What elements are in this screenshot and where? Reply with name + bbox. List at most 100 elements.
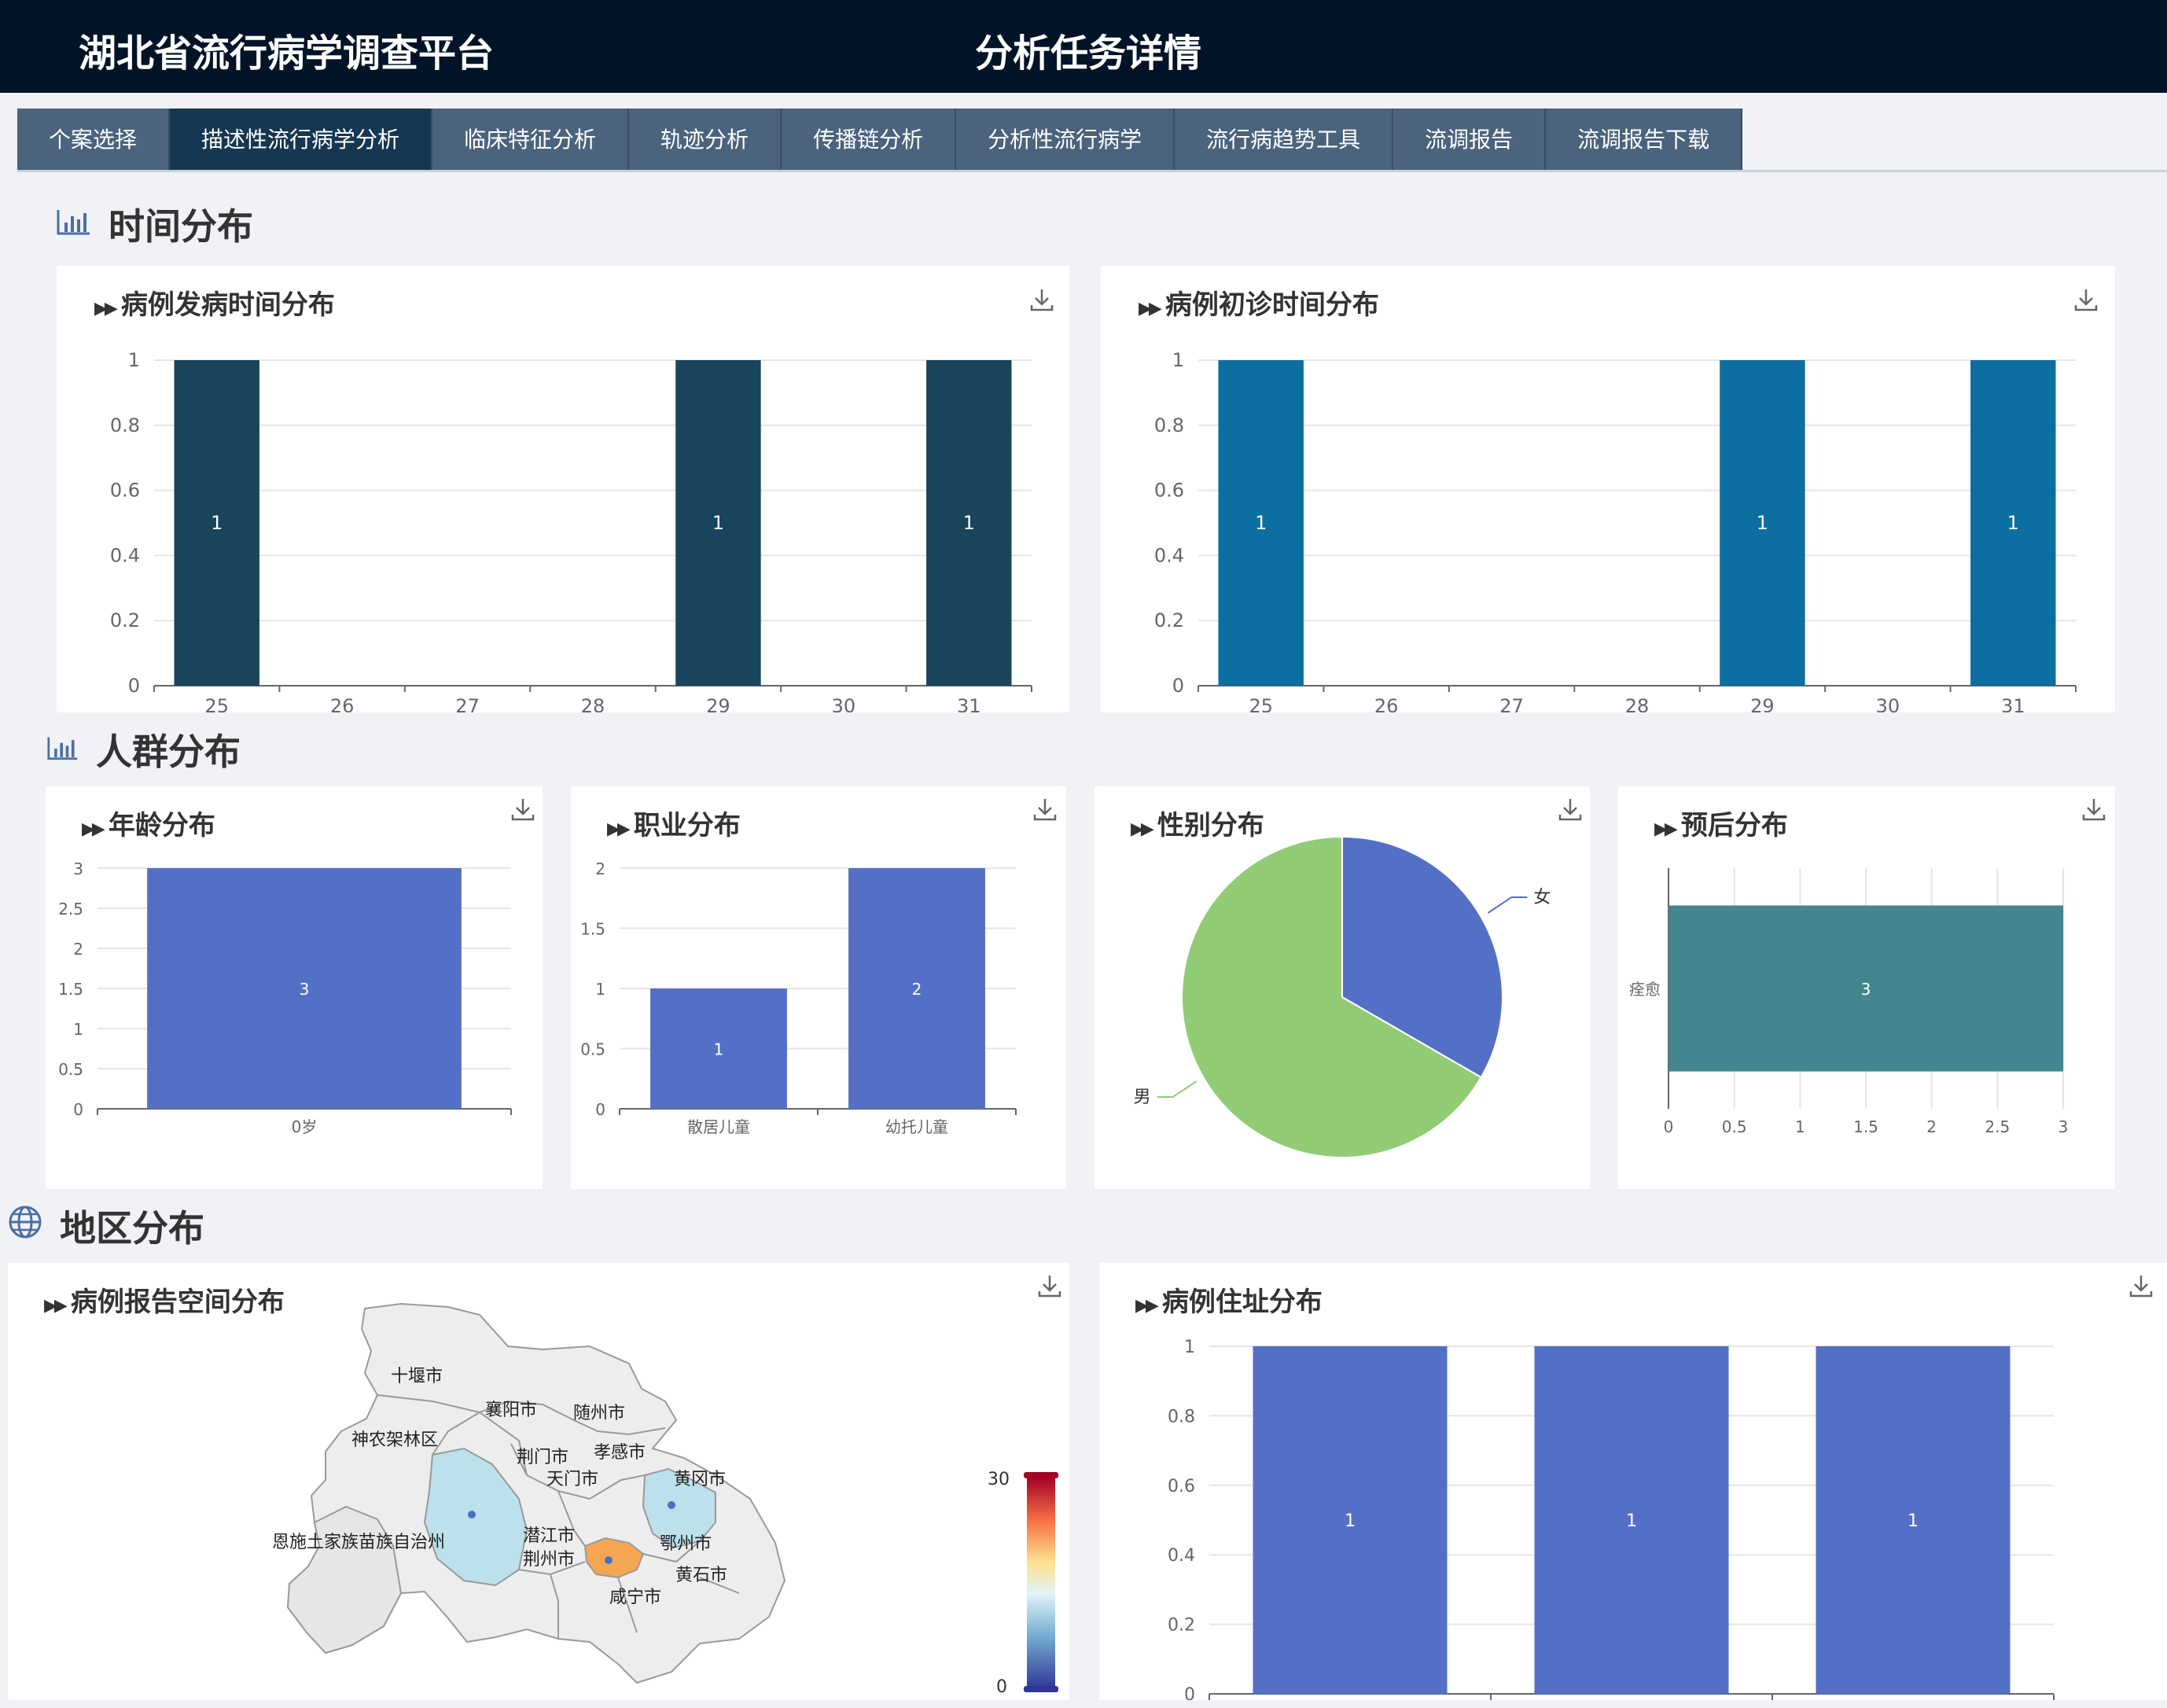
y-tick-label: 2 [73, 940, 83, 959]
visual-map-handle-bottom [1024, 1686, 1058, 1692]
bar-value-label: 1 [712, 512, 724, 534]
globe-icon [8, 1205, 42, 1248]
pie-label-line [1487, 896, 1528, 914]
tab-8[interactable]: 流调报告下载 [1546, 109, 1743, 171]
section-title-time: 时间分布 [57, 198, 253, 250]
visual-map-min: 0 [996, 1677, 1007, 1697]
bar-value-label: 1 [211, 512, 223, 534]
map-city-label: 黄石市 [675, 1566, 727, 1585]
first-visit-time-card: ▶▶ 病例初诊时间分布 0 0.2 0.4 0.6 0.8 1 1 25 26 27 28 1 29 30 1… [1101, 266, 2115, 712]
map-point-center [605, 1556, 613, 1564]
map-city-label: 十堰市 [391, 1367, 443, 1386]
bar-value-label: 3 [1861, 980, 1871, 999]
y-tick-label: 0 [128, 675, 140, 697]
y-tick-label: 1 [128, 349, 140, 371]
analysis-tab-bar: 个案选择 描述性流行病学分析 临床特征分析 轨迹分析 传播链分析 分析性流行病学 流行病趋势… [17, 109, 1743, 171]
tab-5[interactable]: 分析性流行病学 [956, 109, 1175, 171]
tab-4[interactable]: 传播链分析 [782, 109, 957, 171]
x-tick-label: 散居儿童 [687, 1117, 750, 1136]
bar-value-label: 3 [300, 980, 310, 999]
y-tick-label: 0.2 [110, 609, 140, 631]
address-chart: 00.20.40.60.811樊城县中原街道建新路祈福苑11襄城县檀溪乡檀溪府邸… [1168, 1338, 2055, 1700]
tab-6[interactable]: 流行病趋势工具 [1175, 109, 1394, 171]
bar-value-label: 1 [1757, 512, 1768, 534]
y-tick-label: 2.5 [58, 900, 83, 918]
bar-value-label: 1 [963, 512, 975, 534]
gender-card: ▶▶ 性别分布 女男 [1095, 786, 1590, 1189]
x-tick-label: 2 [1926, 1117, 1937, 1136]
gender-chart: 女男 [1134, 835, 1551, 1158]
x-tick-label: 1 [1795, 1117, 1805, 1136]
prognosis-chart: 0 0.5 1 1.5 2 2.5 3 3 痊愈 [1629, 868, 2069, 1136]
map-point-east [668, 1501, 675, 1509]
map-city-label: 随州市 [573, 1404, 625, 1423]
section-title-region: 地区分布 [8, 1200, 204, 1252]
tab-1[interactable]: 描述性流行病学分析 [170, 109, 433, 171]
y-tick-label: 0.8 [110, 414, 140, 436]
y-tick-label: 1.5 [58, 980, 83, 999]
x-tick-label: 28 [1625, 695, 1650, 712]
x-tick-label: 0岁 [292, 1117, 318, 1136]
section-title-population: 人群分布 [47, 723, 241, 775]
y-tick-label: 0 [1184, 1685, 1195, 1700]
x-tick-label: 31 [957, 695, 981, 712]
onset-time-chart: 0 0.2 0.4 0.6 0.8 1 1 25 26 27 28 1 29 30 1 31 [110, 349, 1032, 712]
y-tick-label: 1 [1184, 1338, 1195, 1357]
x-tick-label: 26 [1374, 695, 1399, 712]
map-city-label: 荆州市 [523, 1550, 575, 1570]
y-tick-label: 0.8 [1154, 414, 1184, 436]
pie-label-line [1157, 1080, 1198, 1098]
x-tick-label: 1.5 [1853, 1117, 1878, 1136]
age-chart: 0 0.5 1 1.5 2 2.5 3 3 0岁 [58, 860, 512, 1136]
tab-7[interactable]: 流调报告 [1393, 109, 1547, 171]
x-tick-label: 27 [455, 695, 480, 712]
x-tick-label: 29 [1750, 695, 1775, 712]
map-city-label: 恩施土家族苗族自治州 [272, 1533, 445, 1552]
x-tick-label: 31 [2001, 695, 2025, 712]
map-city-label: 襄阳市 [485, 1401, 537, 1420]
x-tick-label: 2.5 [1985, 1117, 2010, 1136]
y-tick-label: 1.5 [580, 920, 605, 939]
map-city-label: 荆门市 [517, 1448, 568, 1467]
map-city-label: 鄂州市 [660, 1534, 712, 1554]
visual-map-handle-top [1024, 1472, 1058, 1478]
top-header: 湖北省流行病学调查平台 分析任务详情 [0, 0, 2167, 93]
y-tick-label: 0.4 [1154, 544, 1184, 566]
x-tick-label: 3 [2058, 1117, 2069, 1136]
x-tick-label: 30 [832, 695, 856, 712]
y-tick-label: 3 [73, 860, 83, 878]
first-visit-time-chart: 0 0.2 0.4 0.6 0.8 1 1 25 26 27 28 1 29 30 1 31 [1154, 349, 2077, 712]
app-title: 湖北省流行病学调查平台 [79, 31, 495, 75]
occupation-chart: 0 0.5 1 1.5 2 1 散居儿童 2 幼托儿童 [580, 860, 1017, 1136]
map-point-west [468, 1511, 476, 1518]
bar-chart-icon [47, 728, 79, 771]
y-tick-label: 0.4 [110, 544, 140, 566]
pie-label: 男 [1134, 1088, 1151, 1107]
tab-divider [17, 170, 2167, 172]
pie-label: 女 [1533, 888, 1551, 907]
visual-map-gradient [1027, 1477, 1055, 1689]
tab-3[interactable]: 轨迹分析 [629, 109, 782, 171]
map-city-label: 天门市 [546, 1470, 598, 1489]
y-tick-label: 0 [73, 1100, 83, 1119]
y-tick-label: 0.2 [1168, 1616, 1195, 1636]
x-tick-label: 30 [1876, 695, 1900, 712]
map-city-label: 咸宁市 [609, 1588, 661, 1607]
y-tick-label: 0.5 [580, 1040, 605, 1059]
bar-chart-icon [57, 203, 91, 245]
x-tick-label: 0.5 [1722, 1117, 1747, 1136]
spatial-card: ▶▶ 病例报告空间分布 十堰市 襄阳市 随州市 神农架林区 荆门市 孝感市 天门市 黄冈市 恩施土… [8, 1263, 1069, 1700]
x-tick-label: 25 [204, 695, 229, 712]
y-tick-label: 2 [595, 860, 605, 878]
map-city-label: 孝感市 [594, 1443, 646, 1463]
map-city-label: 潜江市 [523, 1526, 575, 1546]
y-tick-label: 痊愈 [1629, 980, 1661, 999]
address-card: ▶▶病例住址分布 00.20.40.60.811樊城县中原街道建新路祈福苑11襄… [1099, 1263, 2167, 1700]
tab-0[interactable]: 个案选择 [17, 109, 171, 171]
y-tick-label: 0 [595, 1100, 605, 1119]
tab-2[interactable]: 临床特征分析 [432, 109, 630, 171]
x-tick-label: 0 [1664, 1117, 1674, 1136]
y-tick-label: 0.6 [110, 480, 140, 502]
bar-value-label: 1 [714, 1040, 724, 1059]
x-tick-label: 26 [330, 695, 355, 712]
